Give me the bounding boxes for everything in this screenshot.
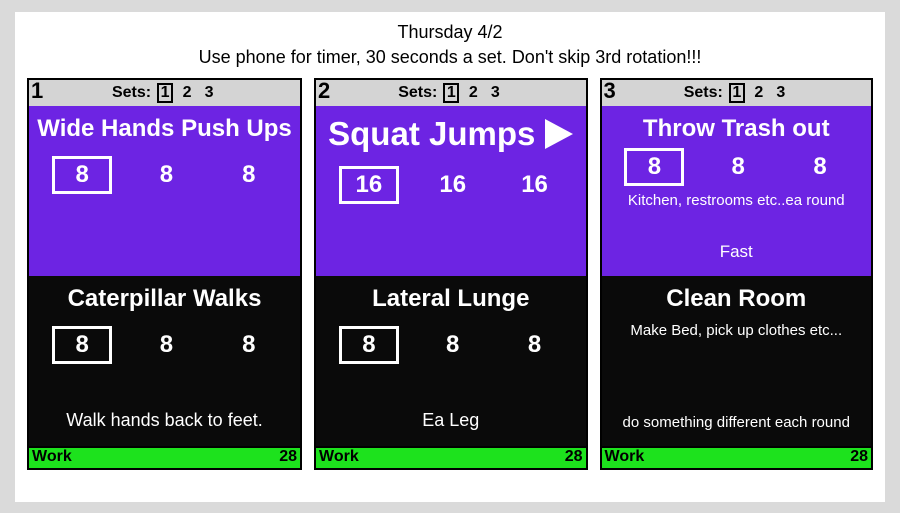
timer-bar: Work 28 [602,446,872,468]
set-selector[interactable]: 3 [773,84,789,102]
exercise-note: Walk hands back to feet. [66,410,262,432]
sets-group: 123 [729,83,789,103]
workout-card: 1Sets:123Wide Hands Push Ups888Caterpill… [27,78,302,470]
rep-value[interactable]: 8 [624,148,684,186]
rep-value[interactable]: 8 [52,156,112,194]
rep-value[interactable]: 16 [507,171,563,199]
exercise-panel-top: Wide Hands Push Ups888 [29,106,300,276]
timer-value: 28 [565,448,583,466]
exercise-panel-top: Throw Trash out888Kitchen, restrooms etc… [602,106,872,276]
workout-page: Thursday 4/2 Use phone for timer, 30 sec… [15,12,885,502]
exercise-title: Caterpillar Walks [68,286,262,312]
set-selector[interactable]: 1 [157,83,173,103]
page-subtitle: Use phone for timer, 30 seconds a set. D… [27,47,873,68]
reps-row: 16 16 16 [326,166,576,204]
exercise-panel-bottom: Clean Room Make Bed, pick up clothes etc.… [602,276,872,446]
reps-row: 888 [612,148,862,186]
exercise-note: Kitchen, restrooms etc..ea round [628,192,845,210]
card-head: 2Sets:123 [316,80,586,106]
rep-value[interactable]: 8 [138,161,194,189]
reps-row: 888 [326,326,576,364]
reps-row: 888 [39,156,290,194]
page-header: Thursday 4/2 Use phone for timer, 30 sec… [27,22,873,68]
rep-value[interactable]: 8 [792,153,848,181]
timer-bar: Work 28 [29,446,300,468]
sets-label: Sets: [684,84,723,102]
timer-label: Work [319,448,359,466]
exercise-panel-top: Squat Jumps 16 16 16 [316,106,586,276]
set-selector[interactable]: 2 [179,84,195,102]
exercise-title: Squat Jumps [328,116,573,152]
timer-label: Work [605,448,645,466]
card-head: 3Sets:123 [602,80,872,106]
exercise-title: Clean Room [666,286,806,312]
timer-label: Work [32,448,72,466]
rep-value[interactable]: 8 [710,153,766,181]
rep-value[interactable]: 8 [221,331,277,359]
card-head: 1Sets:123 [29,80,300,106]
sets-group: 123 [157,83,217,103]
rep-value[interactable]: 8 [221,161,277,189]
rep-value[interactable]: 8 [425,331,481,359]
set-selector[interactable]: 2 [751,84,767,102]
set-selector[interactable]: 2 [465,84,481,102]
sets-label: Sets: [112,84,151,102]
card-number: 3 [604,78,616,104]
exercise-title: Lateral Lunge [372,286,529,312]
card-number: 2 [318,78,330,104]
exercise-panel-bottom: Caterpillar Walks888Walk hands back to f… [29,276,300,446]
exercise-title: Wide Hands Push Ups [37,116,291,142]
set-selector[interactable]: 1 [729,83,745,103]
workout-card: 2Sets:123Squat Jumps161616Lateral Lunge8… [314,78,588,470]
rep-value[interactable]: 8 [138,331,194,359]
exercise-note-2: do something different each round [623,414,850,432]
timer-value: 28 [279,448,297,466]
set-selector[interactable]: 3 [487,84,503,102]
exercise-note: Make Bed, pick up clothes etc... [630,322,842,340]
workout-card: 3Sets:123Throw Trash out888Kitchen, rest… [600,78,874,470]
rep-value[interactable]: 8 [339,326,399,364]
rep-value[interactable]: 16 [339,166,399,204]
timer-value: 28 [850,448,868,466]
rep-value[interactable]: 8 [507,331,563,359]
exercise-note: Ea Leg [422,410,479,432]
reps-row: 888 [39,326,290,364]
rep-value[interactable]: 8 [52,326,112,364]
exercise-title: Throw Trash out [643,116,830,142]
page-title: Thursday 4/2 [27,22,873,43]
rep-value[interactable]: 16 [425,171,481,199]
play-icon[interactable] [545,119,573,149]
exercise-note-2: Fast [720,242,753,262]
sets-group: 123 [443,83,503,103]
timer-bar: Work 28 [316,446,586,468]
exercise-panel-bottom: Lateral Lunge888Ea Leg [316,276,586,446]
sets-label: Sets: [398,84,437,102]
card-number: 1 [31,78,43,104]
set-selector[interactable]: 3 [201,84,217,102]
set-selector[interactable]: 1 [443,83,459,103]
cards-row: 1Sets:123Wide Hands Push Ups888Caterpill… [27,78,873,470]
